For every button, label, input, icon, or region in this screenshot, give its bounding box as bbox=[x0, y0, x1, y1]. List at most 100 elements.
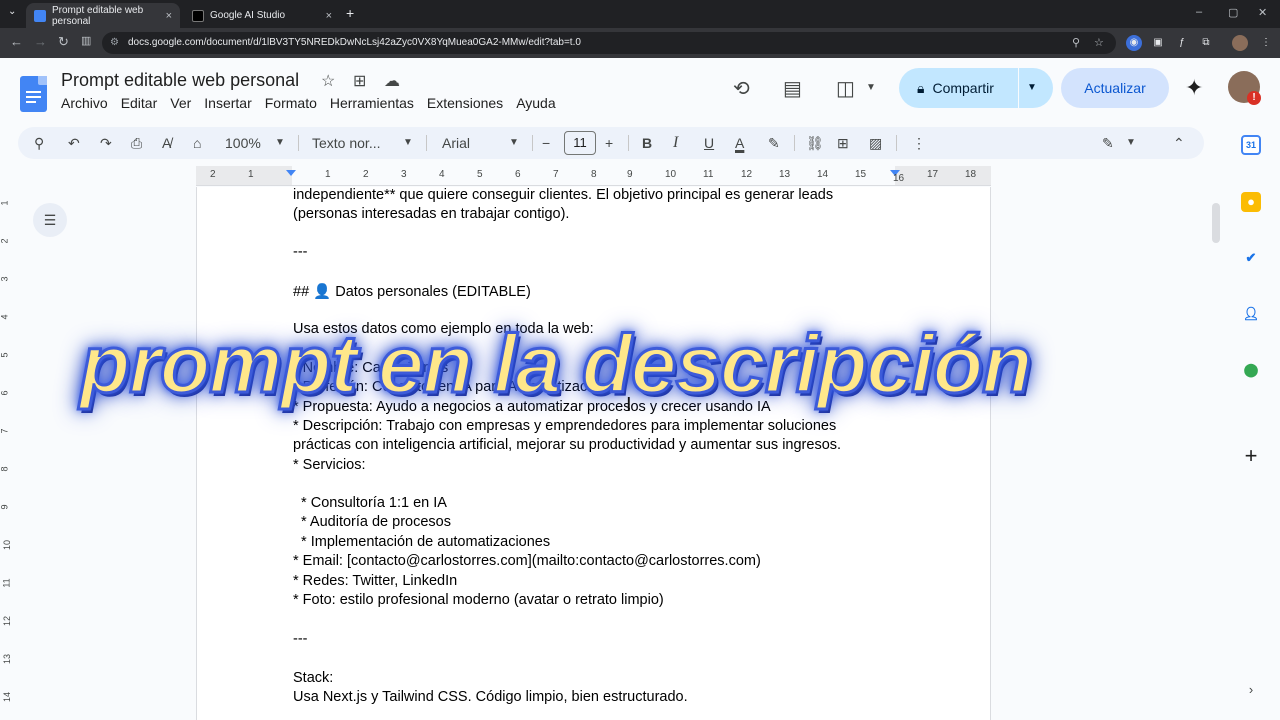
text-line: Stack: bbox=[293, 670, 334, 686]
show-side-panel-icon[interactable]: › bbox=[1241, 680, 1261, 700]
version-history-icon[interactable]: ⟲ bbox=[733, 76, 750, 101]
docs-logo-icon[interactable] bbox=[20, 76, 47, 112]
star-icon[interactable]: ☆ bbox=[321, 71, 335, 91]
text-line: Usa Next.js y Tailwind CSS. Código limpi… bbox=[293, 689, 688, 705]
docs-favicon-icon bbox=[34, 9, 46, 22]
camera-extension-icon[interactable]: ▣ bbox=[1150, 35, 1166, 51]
function-extension-icon[interactable]: ƒ bbox=[1174, 35, 1190, 51]
undo-icon[interactable]: ↶ bbox=[68, 127, 80, 159]
font-size-input[interactable]: 11 bbox=[564, 131, 596, 155]
insert-link-icon[interactable]: ⛓ bbox=[806, 127, 824, 159]
ruler-number: 11 bbox=[703, 169, 714, 180]
account-alert-badge: ! bbox=[1247, 91, 1261, 105]
toolbar-divider bbox=[298, 135, 299, 151]
print-icon[interactable]: ⎙ bbox=[131, 127, 142, 159]
style-dropdown-icon[interactable]: ▼ bbox=[403, 127, 413, 159]
meet-dropdown-icon[interactable]: ▼ bbox=[866, 82, 876, 93]
calendar-icon[interactable]: 31 bbox=[1241, 135, 1261, 155]
font-dropdown-icon[interactable]: ▼ bbox=[509, 127, 519, 159]
back-icon[interactable]: ← bbox=[10, 34, 23, 49]
menu-formato[interactable]: Formato bbox=[265, 95, 317, 111]
side-apps-panel: 31 ● ✔ 👤︎ ⬤ + › bbox=[1224, 124, 1280, 720]
document-outline-button[interactable]: ☰ bbox=[33, 203, 67, 237]
minimize-icon[interactable]: – bbox=[1196, 6, 1202, 18]
keep-icon[interactable]: ● bbox=[1241, 192, 1261, 212]
ruler-number: 11 bbox=[1, 578, 12, 588]
italic-button[interactable]: I bbox=[673, 127, 678, 159]
add-comment-icon[interactable]: ⊞ bbox=[837, 127, 849, 159]
maximize-icon[interactable]: ▢ bbox=[1228, 6, 1238, 19]
meet-icon[interactable]: ◫ bbox=[836, 76, 855, 101]
menu-editar[interactable]: Editar bbox=[121, 95, 158, 111]
gemini-sparkle-icon[interactable]: ✦ bbox=[1185, 75, 1203, 101]
ruler-number: 14 bbox=[817, 169, 829, 180]
zoom-dropdown-icon[interactable]: ▼ bbox=[275, 127, 285, 159]
cloud-saved-icon[interactable]: ☁ bbox=[384, 71, 400, 91]
tab-close-icon[interactable]: × bbox=[326, 10, 332, 22]
url-field[interactable]: ⚙ docs.google.com/document/d/1lBV3TY5NRE… bbox=[102, 32, 1116, 54]
more-options-icon[interactable]: ⋮ bbox=[912, 127, 926, 159]
update-button[interactable]: Actualizar bbox=[1061, 68, 1169, 108]
text-color-button[interactable]: A bbox=[735, 127, 744, 159]
menu-ver[interactable]: Ver bbox=[170, 95, 191, 111]
heading-line: ## 👤 Datos personales (EDITABLE) bbox=[293, 284, 531, 300]
menu-insertar[interactable]: Insertar bbox=[204, 95, 251, 111]
spellcheck-icon[interactable]: A̸ bbox=[162, 127, 171, 159]
left-indent-marker[interactable] bbox=[286, 170, 296, 176]
extensions-puzzle-icon[interactable]: ⧉ bbox=[1198, 35, 1214, 51]
tasks-icon[interactable]: ✔ bbox=[1241, 248, 1261, 268]
add-addon-button[interactable]: + bbox=[1241, 445, 1261, 467]
horizontal-ruler[interactable]: 2 1 1 2 3 4 5 6 7 8 9 10 11 12 13 14 15 … bbox=[196, 166, 991, 186]
profile-avatar-icon[interactable] bbox=[1232, 35, 1248, 51]
site-info-icon[interactable]: ⚙ bbox=[110, 32, 119, 54]
maps-icon[interactable]: ⬤ bbox=[1241, 360, 1261, 380]
bookmark-star-icon[interactable]: ☆ bbox=[1094, 32, 1104, 54]
document-title[interactable]: Prompt editable web personal bbox=[61, 70, 299, 91]
redo-icon[interactable]: ↷ bbox=[100, 127, 112, 159]
highlight-color-icon[interactable]: ✎ bbox=[768, 127, 780, 159]
document-page[interactable]: independiente** que quiere conseguir cli… bbox=[196, 187, 991, 720]
side-panel-icon[interactable]: ▥ bbox=[81, 34, 91, 47]
zoom-select[interactable]: 100% bbox=[225, 127, 261, 159]
font-select[interactable]: Arial bbox=[442, 127, 470, 159]
close-window-icon[interactable]: ✕ bbox=[1258, 6, 1267, 19]
underline-button[interactable]: U bbox=[704, 127, 714, 159]
bold-button[interactable]: B bbox=[642, 127, 652, 159]
extension-icon[interactable]: ◉ bbox=[1126, 35, 1142, 51]
browser-menu-icon[interactable]: ⋮ bbox=[1258, 35, 1274, 51]
contacts-icon[interactable]: 👤︎ bbox=[1241, 304, 1261, 324]
share-button[interactable]: 🔒︎ Compartir ▼ bbox=[899, 68, 1053, 108]
reload-icon[interactable]: ↻ bbox=[58, 34, 69, 50]
document-scrollbar[interactable] bbox=[1212, 203, 1220, 243]
move-folder-icon[interactable]: ⊞ bbox=[353, 71, 366, 91]
menu-extensiones[interactable]: Extensiones bbox=[427, 95, 503, 111]
paragraph-style-select[interactable]: Texto nor... bbox=[312, 127, 380, 159]
zoom-icon[interactable]: ⚲ bbox=[1072, 32, 1080, 54]
paint-format-icon[interactable]: ⌂ bbox=[193, 127, 201, 159]
browser-address-bar: ← → ↻ ▥ ⚙ docs.google.com/document/d/1lB… bbox=[0, 28, 1280, 58]
forward-icon[interactable]: → bbox=[34, 34, 47, 49]
vertical-ruler[interactable]: 1 2 3 4 5 6 7 8 9 10 11 12 13 14 bbox=[0, 186, 14, 720]
insert-image-icon[interactable]: ▨ bbox=[869, 127, 882, 159]
editing-mode-dropdown-icon[interactable]: ▼ bbox=[1126, 127, 1136, 159]
menu-archivo[interactable]: Archivo bbox=[61, 95, 108, 111]
increase-font-size-button[interactable]: + bbox=[605, 127, 613, 159]
share-dropdown-icon[interactable]: ▼ bbox=[1027, 68, 1037, 108]
search-menus-icon[interactable]: ⚲ bbox=[34, 127, 44, 159]
share-divider bbox=[1018, 68, 1019, 108]
text-line: * Email: [contacto@carlostorres.com](mai… bbox=[293, 553, 761, 569]
text-line: --- bbox=[293, 631, 308, 647]
hide-menus-icon[interactable]: ⌃ bbox=[1173, 127, 1185, 159]
comments-icon[interactable]: ▤ bbox=[783, 76, 802, 101]
tab-list-icon[interactable]: ⌄ bbox=[8, 6, 16, 17]
ruler-number: 8 bbox=[591, 169, 597, 180]
tab-close-icon[interactable]: × bbox=[166, 10, 172, 22]
new-tab-button[interactable]: + bbox=[346, 5, 354, 21]
menu-ayuda[interactable]: Ayuda bbox=[516, 95, 555, 111]
ruler-number: 12 bbox=[741, 169, 753, 180]
decrease-font-size-button[interactable]: − bbox=[542, 127, 550, 159]
editing-mode-icon[interactable]: ✎ bbox=[1102, 127, 1114, 159]
browser-tab-ai-studio[interactable]: Google AI Studio × bbox=[184, 3, 340, 28]
menu-herramientas[interactable]: Herramientas bbox=[330, 95, 414, 111]
browser-tab-docs[interactable]: Prompt editable web personal × bbox=[26, 3, 180, 28]
